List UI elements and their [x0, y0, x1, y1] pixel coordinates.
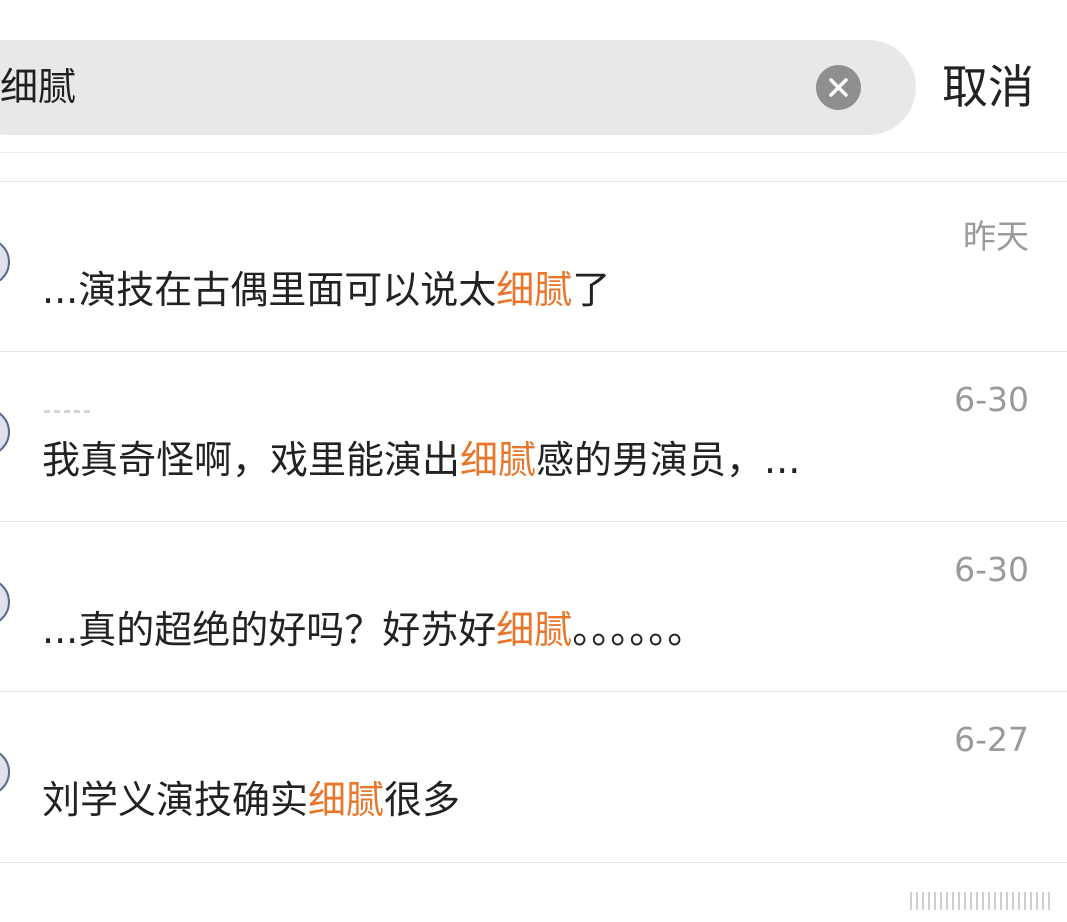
snippet-text: 了: [572, 268, 611, 312]
result-snippet: 我真奇怪啊，戏里能演出细腻感的男演员，...: [42, 436, 800, 484]
result-date: 昨天: [963, 217, 1029, 256]
result-date: 6-30: [954, 550, 1029, 589]
close-icon: [829, 78, 848, 97]
search-results-page: 细腻 取消 昨天 ...演技在古偶里面可以说太细腻了 6-30 我真奇怪啊，戏里…: [0, 0, 1067, 922]
username-trace: [44, 410, 94, 413]
result-date: 6-30: [954, 380, 1029, 419]
result-row[interactable]: 6-30 我真奇怪啊，戏里能演出细腻感的男演员，...: [0, 351, 1067, 522]
search-bar[interactable]: [0, 40, 916, 135]
snippet-text: ...真的超绝的好吗？好苏好: [42, 608, 497, 652]
snippet-text: 刘学义演技确实: [42, 778, 309, 822]
result-snippet: ...演技在古偶里面可以说太细腻了: [42, 266, 610, 314]
divider: [0, 862, 1067, 863]
result-snippet: ...真的超绝的好吗？好苏好细腻。。。。。。: [42, 606, 705, 654]
snippet-text: 我真奇怪啊，戏里能演出: [42, 438, 461, 482]
keyword-highlight: 细腻: [460, 438, 537, 482]
snippet-text: 感的男演员，...: [536, 438, 801, 482]
watermark-logo: [910, 892, 1050, 910]
result-row[interactable]: 昨天 ...演技在古偶里面可以说太细腻了: [0, 181, 1067, 352]
keyword-highlight: 细腻: [308, 778, 385, 822]
result-date: 6-27: [954, 720, 1029, 759]
keyword-highlight: 细腻: [496, 608, 573, 652]
result-row[interactable]: 6-27 刘学义演技确实细腻很多: [0, 691, 1067, 862]
avatar: [0, 408, 10, 456]
avatar: [0, 748, 10, 796]
snippet-text: 很多: [384, 778, 461, 822]
search-input[interactable]: 细腻: [0, 40, 76, 135]
cancel-button[interactable]: 取消: [942, 40, 1034, 135]
result-row[interactable]: 6-30 ...真的超绝的好吗？好苏好细腻。。。。。。: [0, 521, 1067, 692]
clear-search-button[interactable]: [816, 65, 861, 110]
keyword-highlight: 细腻: [496, 268, 573, 312]
avatar: [0, 238, 10, 286]
snippet-text: ...演技在古偶里面可以说太: [42, 268, 497, 312]
avatar: [0, 578, 10, 626]
result-snippet: 刘学义演技确实细腻很多: [42, 776, 460, 824]
divider: [0, 152, 1067, 153]
snippet-text: 。。。。。。: [572, 608, 706, 652]
